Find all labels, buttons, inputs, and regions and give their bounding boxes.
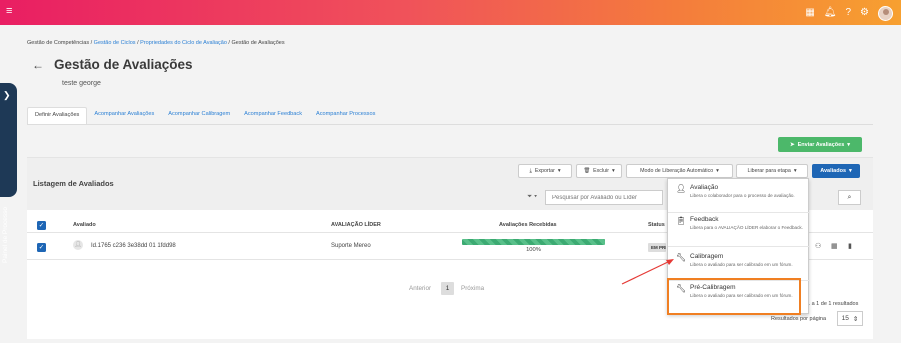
page-title-row: ← Gestão de Avaliações	[32, 57, 193, 72]
pagination-previous[interactable]: Anterior	[409, 285, 431, 292]
chevron-down-icon: ▾	[611, 168, 615, 174]
per-page-select[interactable]: 15 ⇕	[837, 311, 863, 326]
send-icon: ➤	[789, 141, 795, 148]
filter-icon[interactable]: ⏷ ▾	[527, 193, 537, 201]
tab-acompanhar-calibragem[interactable]: Acompanhar Calibragem	[161, 107, 237, 124]
side-panel-label: Painel de Processo	[2, 206, 9, 263]
highlight-box	[667, 278, 801, 315]
release-mode-dropdown[interactable]: Modo de Liberação Automático ▾	[626, 164, 733, 178]
hamburger-menu-icon[interactable]: ≡	[6, 6, 17, 17]
menu-item-title: Calibragem	[690, 253, 724, 260]
progress-text: 100%	[526, 247, 541, 253]
clipboard-icon: 📋︎	[676, 216, 687, 225]
tab-divider	[27, 124, 873, 125]
back-arrow-icon[interactable]: ←	[32, 58, 44, 72]
evaluated-button[interactable]: Avaliados ▾	[812, 164, 860, 178]
tab-definir-avaliacoes[interactable]: Definir Avaliações	[27, 107, 88, 124]
gear-icon[interactable]: ⚙	[860, 7, 869, 19]
user-avatar[interactable]	[878, 5, 893, 21]
evaluated-label: Avaliados	[820, 168, 846, 174]
release-stage-dropdown[interactable]: Liberar para etapa ▾	[736, 164, 808, 178]
breadcrumb-link-ciclos[interactable]: Gestão de Ciclos	[94, 40, 136, 46]
chevron-down-icon: ▾	[849, 168, 852, 174]
user-edit-icon: 👤︎	[676, 184, 687, 193]
delete-button[interactable]: 🗑︎ Excluir ▾	[576, 164, 622, 178]
chevron-right-icon[interactable]: ❯	[3, 90, 11, 101]
help-icon[interactable]: ?	[845, 7, 851, 19]
row-checkbox[interactable]: ✓	[37, 243, 46, 252]
menu-item-description: Libera o avaliado para ser calibrado em …	[690, 262, 793, 267]
menu-item-avaliacao[interactable]: 👤︎ Avaliação Libera o colaborador para o…	[668, 184, 810, 210]
column-header-evaluated[interactable]: Avaliado	[73, 222, 96, 228]
breadcrumb: Gestão de Competências / Gestão de Ciclo…	[27, 40, 285, 46]
results-count: 1 a 1 de 1 resultados	[807, 301, 859, 307]
sort-icon: ⇕	[852, 315, 859, 323]
top-bar: ≡ ▦ 🔔︎ ? ⚙	[0, 0, 901, 25]
chevron-down-icon: ▾	[847, 141, 851, 148]
send-evaluations-button[interactable]: ➤ Enviar Avaliações ▾	[778, 137, 862, 152]
delete-label: Excluir	[593, 168, 609, 174]
column-header-received[interactable]: Avaliações Recebidas	[499, 222, 557, 228]
column-header-leader[interactable]: AVALIAÇÃO LÍDER	[331, 222, 381, 228]
search-input[interactable]	[545, 190, 663, 205]
trash-icon: 🗑︎	[583, 168, 591, 174]
table-icon[interactable]: ▦	[831, 242, 838, 250]
breadcrumb-root: Gestão de Competências	[27, 40, 90, 46]
pagination-page-1[interactable]: 1	[441, 282, 454, 295]
chevron-down-icon: ▾	[557, 168, 561, 174]
menu-item-calibragem[interactable]: 🔧︎ Calibragem Libera o avaliado para ser…	[668, 253, 810, 279]
tab-acompanhar-feedback[interactable]: Acompanhar Feedback	[237, 107, 309, 124]
column-header-status[interactable]: Status	[648, 222, 665, 228]
menu-item-feedback[interactable]: 📋︎ Feedback Libera para o AVALIAÇÃO LÍDE…	[668, 216, 810, 244]
status-badge: EM PRE	[648, 243, 666, 252]
grid-icon[interactable]: ▦	[805, 7, 814, 19]
send-evaluations-label: Enviar Avaliações	[797, 141, 845, 148]
avatar: 👤︎	[73, 240, 83, 250]
breadcrumb-current: Gestão de Avaliações	[231, 40, 285, 46]
export-label: Exportar	[534, 168, 555, 174]
per-page-label: Resultados por página	[771, 316, 827, 322]
menu-item-title: Avaliação	[690, 184, 719, 191]
menu-divider	[668, 246, 810, 247]
menu-item-description: Libera o colaborador para o processo de …	[690, 193, 795, 198]
row-evaluated-name[interactable]: Id.1765 c236 3e38dd 01 1fdd98	[91, 243, 176, 249]
breadcrumb-link-propriedades[interactable]: Propriedades do Ciclo de Avaliação	[140, 40, 227, 46]
list-title: Listagem de Avaliados	[33, 179, 114, 188]
page-title: Gestão de Avaliações	[54, 57, 193, 72]
trash-icon[interactable]: ▮	[848, 242, 852, 250]
download-icon: ⤓	[529, 167, 532, 174]
release-mode-label: Modo de Liberação Automático	[640, 168, 714, 174]
menu-item-title: Feedback	[690, 216, 719, 223]
per-page-value: 15	[841, 315, 849, 322]
menu-divider	[668, 212, 810, 213]
process-side-panel[interactable]: ❯ Painel de Processo	[0, 83, 17, 263]
page-subtitle: teste george	[62, 80, 101, 87]
select-all-checkbox[interactable]: ✓	[37, 221, 46, 230]
bell-icon[interactable]: 🔔︎	[824, 7, 837, 19]
annotation-arrow	[621, 259, 674, 285]
menu-item-description: Libera para o AVALIAÇÃO LÍDER elaborar o…	[690, 225, 803, 230]
chevron-down-icon: ▾	[793, 168, 797, 174]
tab-bar: Definir Avaliações Acompanhar Avaliações…	[27, 107, 382, 124]
pagination-next[interactable]: Próxima	[461, 285, 484, 292]
users-icon[interactable]: ⚇	[815, 242, 821, 250]
search-icon: ⌕	[847, 193, 852, 201]
tab-acompanhar-avaliacoes[interactable]: Acompanhar Avaliações	[87, 107, 161, 124]
progress-bar	[462, 239, 605, 245]
release-stage-label: Liberar para etapa	[747, 168, 791, 174]
export-button[interactable]: ⤓ Exportar ▾	[518, 164, 572, 178]
top-bar-icons: ▦ 🔔︎ ? ⚙	[805, 4, 893, 22]
tab-acompanhar-processos[interactable]: Acompanhar Processos	[309, 107, 382, 124]
row-leader-name: Suporte Mereo	[331, 243, 371, 249]
search-button[interactable]: ⌕	[838, 190, 861, 205]
chevron-down-icon: ▾	[716, 168, 719, 174]
